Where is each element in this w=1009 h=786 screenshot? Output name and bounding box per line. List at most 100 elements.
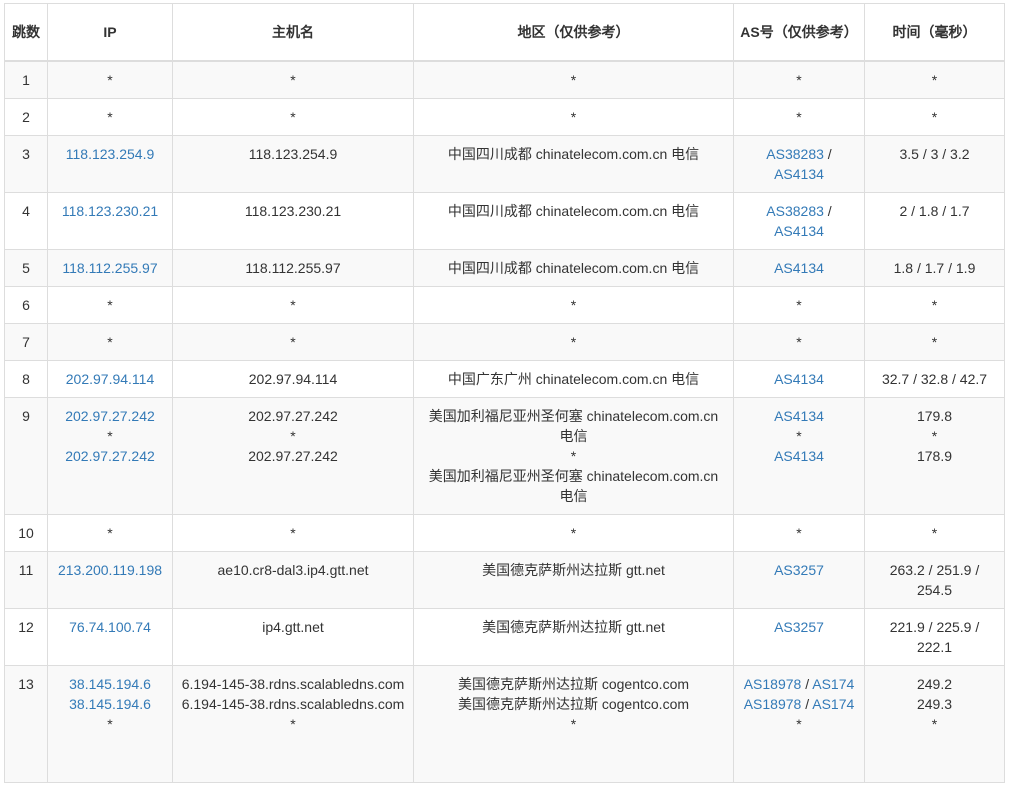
timeout-marker: * [931,524,938,541]
ip-cell: * [47,97,173,136]
ip-link[interactable]: 202.97.27.242 [54,446,166,466]
hostname-text: 118.112.255.97 [245,259,341,276]
hostname-cell: 118.123.254.9 [172,134,414,193]
hop-number: 3 [4,134,48,193]
hop-number: 5 [4,248,48,287]
ip-cell: * [47,513,173,552]
as-cell: AS3257 [733,550,865,609]
as-cell: AS18978 / AS174 AS18978 / AS174 * [733,664,865,783]
hostname-cell: 202.97.94.114 [172,359,414,398]
hostname-cell: ae10.cr8-dal3.ip4.gtt.net [172,550,414,609]
ip-link[interactable]: 118.123.254.9 [54,144,166,164]
timeout-marker: * [290,108,296,125]
table-header-row: 跳数 IP 主机名 地区（仅供参考） AS号（仅供参考） 时间（毫秒） [4,3,1005,62]
hop-number: 9 [4,396,48,515]
time-cell: 32.7 / 32.8 / 42.7 [864,359,1005,398]
ip-link[interactable]: 76.74.100.74 [54,617,166,637]
as-link[interactable]: AS4134 [740,446,858,466]
timeout-marker: * [570,108,577,125]
ip-link[interactable]: 118.112.255.97 [54,258,166,278]
as-link[interactable]: AS4134 [740,406,858,426]
as-link[interactable]: AS38283 [766,146,824,162]
table-row: 1 * * * * * [4,60,1005,99]
as-link[interactable]: AS4134 [740,369,858,389]
region-text: 中国四川成都 chinatelecom.com.cn 电信 [447,145,700,162]
header-host: 主机名 [172,3,414,62]
ip-cell: 202.97.94.114 [47,359,173,398]
time-text: 2 / 1.8 / 1.7 [899,202,970,219]
ip-link[interactable]: 118.123.230.21 [54,201,166,221]
timeout-marker: * [570,715,577,732]
as-link[interactable]: AS18978 [744,676,802,692]
as-link[interactable]: AS4134 [774,223,824,239]
as-link[interactable]: AS3257 [740,560,858,580]
as-link-group: AS38283 / AS4134 [740,201,858,241]
timeout-marker: * [107,108,113,125]
table-row: 8 202.97.94.114 202.97.94.114 中国广东广州 chinat… [4,359,1005,398]
timeout-marker: * [107,427,113,444]
as-link[interactable]: AS38283 [766,203,824,219]
time-text: 178.9 [916,447,953,464]
ip-cell: * [47,285,173,324]
hop-number: 10 [4,513,48,552]
timeout-marker: * [796,427,802,444]
region-cell: 美国德克萨斯州达拉斯 gtt.net [413,607,734,666]
time-cell: * [864,322,1005,361]
hostname-text: ip4.gtt.net [262,618,324,635]
timeout-marker: * [107,333,113,350]
region-text: 中国四川成都 chinatelecom.com.cn 电信 [447,259,700,276]
hop-number: 7 [4,322,48,361]
as-link-group: AS18978 / AS174 [740,674,858,694]
hop-number: 4 [4,191,48,250]
timeout-marker: * [570,524,577,541]
time-cell: 1.8 / 1.7 / 1.9 [864,248,1005,287]
hop-number: 12 [4,607,48,666]
hostname-cell: 118.123.230.21 [172,191,414,250]
time-cell: 2 / 1.8 / 1.7 [864,191,1005,250]
ip-cell: * [47,60,173,99]
timeout-marker: * [796,108,802,125]
timeout-marker: * [107,72,113,88]
hostname-text: 6.194-145-38.rdns.scalabledns.com [181,675,405,692]
ip-link[interactable]: 38.145.194.6 [54,694,166,714]
as-link[interactable]: AS3257 [740,617,858,637]
as-link[interactable]: AS174 [812,696,854,712]
as-cell: * [733,97,865,136]
timeout-marker: * [570,72,577,88]
table-row: 6 * * * * * [4,285,1005,324]
timeout-marker: * [931,427,938,444]
as-cell: * [733,513,865,552]
hostname-text: 6.194-145-38.rdns.scalabledns.com [181,695,405,712]
region-cell: 美国德克萨斯州达拉斯 cogentco.com 美国德克萨斯州达拉斯 cogent… [413,664,734,783]
time-cell: 249.2 249.3 * [864,664,1005,783]
as-link[interactable]: AS4134 [740,258,858,278]
timeout-marker: * [290,333,296,350]
timeout-marker: * [290,427,296,444]
hop-number: 6 [4,285,48,324]
region-text: 中国四川成都 chinatelecom.com.cn 电信 [447,202,700,219]
timeout-marker: * [290,72,296,88]
region-text: 美国德克萨斯州达拉斯 gtt.net [482,618,665,635]
region-text: 美国加利福尼亚州圣何塞 chinatelecom.com.cn 电信 [428,407,719,444]
time-text: 179.8 [916,407,953,424]
hostname-text: 202.97.94.114 [248,370,338,387]
timeout-marker: * [107,524,113,541]
table-row: 11 213.200.119.198 ae10.cr8-dal3.ip4.gtt.n… [4,550,1005,609]
table-row: 4 118.123.230.21 118.123.230.21 中国四川成都 chin… [4,191,1005,250]
ip-link[interactable]: 202.97.94.114 [54,369,166,389]
as-link[interactable]: AS174 [812,676,854,692]
table-row: 10 * * * * * [4,513,1005,552]
as-link[interactable]: AS18978 [744,696,802,712]
time-cell: * [864,513,1005,552]
as-link-group: AS18978 / AS174 [740,694,858,714]
ip-link[interactable]: 38.145.194.6 [54,674,166,694]
timeout-marker: * [931,72,938,88]
hostname-cell: ip4.gtt.net [172,607,414,666]
ip-link[interactable]: 202.97.27.242 [54,406,166,426]
region-cell: 中国四川成都 chinatelecom.com.cn 电信 [413,248,734,287]
as-link[interactable]: AS4134 [774,166,824,182]
time-cell: 179.8 * 178.9 [864,396,1005,515]
ip-link[interactable]: 213.200.119.198 [54,560,166,580]
as-cell: AS4134 [733,248,865,287]
ip-cell: 118.123.230.21 [47,191,173,250]
